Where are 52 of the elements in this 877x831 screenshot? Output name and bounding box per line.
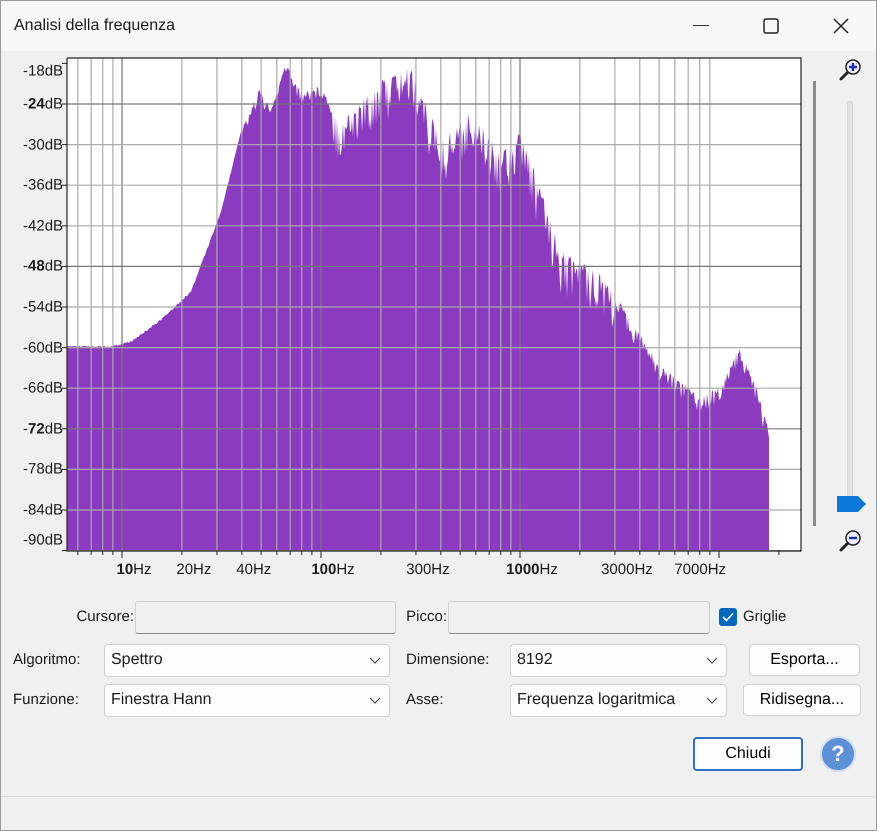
y-axis-label: -72dB — [23, 421, 64, 436]
maximize-icon — [763, 18, 779, 34]
grid-checkbox[interactable] — [719, 608, 737, 626]
cursor-label: Cursore: — [75, 606, 134, 627]
y-axis-label: -66dB — [23, 380, 64, 396]
scrollbar[interactable] — [813, 81, 816, 526]
y-axis-label: -36dB — [23, 178, 64, 193]
zoom-in-icon[interactable] — [838, 58, 862, 82]
y-axis-label: -18dB — [23, 64, 64, 78]
x-axis-label: 100Hz — [311, 562, 355, 577]
x-axis-label: 20Hz — [176, 562, 212, 577]
x-axis-label: 1000Hz — [506, 562, 558, 577]
slider-handle[interactable] — [837, 493, 866, 509]
y-axis-label: -30dB — [23, 137, 64, 152]
chevron-icon — [369, 696, 381, 704]
zoom-out-icon[interactable] — [838, 529, 862, 553]
close-dialog-button[interactable]: Chiudi — [693, 737, 803, 771]
algorithm-select[interactable]: Spettro — [104, 644, 390, 676]
axis-label: Asse: — [406, 690, 445, 710]
checkmark-icon — [722, 612, 734, 622]
axis-select[interactable]: Frequenza logaritmica — [510, 684, 727, 716]
checkbox-label: Griglie — [743, 606, 786, 627]
peak-field[interactable] — [448, 600, 710, 634]
close-icon — [833, 18, 849, 34]
size-select[interactable]: 8192 — [510, 644, 727, 676]
y-axis-label: -90dB — [23, 532, 64, 548]
zoom-slider[interactable] — [837, 101, 866, 509]
x-axis-label: 40Hz — [236, 562, 272, 577]
x-axis-label: 300Hz — [406, 562, 450, 577]
y-axis-label: -84dB — [23, 502, 64, 518]
algorithm-label: Algoritmo: — [13, 650, 82, 670]
y-axis-label: -48dB — [23, 258, 64, 274]
chevron-icon — [706, 656, 718, 664]
size-label: Dimensione: — [406, 650, 490, 670]
y-axis-label: -60dB — [23, 340, 64, 356]
cursor-field[interactable] — [135, 600, 396, 634]
x-axis-label: 10Hz — [116, 562, 152, 577]
function-select[interactable]: Finestra Hann — [104, 684, 390, 716]
y-axis-label: -24dB — [23, 96, 64, 112]
peak-label: Picco: — [405, 606, 447, 627]
y-axis-label: -78dB — [23, 462, 64, 477]
minimize-icon — [693, 25, 709, 27]
window-title: Analisi della frequenza — [14, 16, 176, 36]
redraw-button[interactable]: Ridisegna... — [743, 684, 861, 716]
export-button[interactable]: Esporta... — [749, 644, 860, 676]
function-label: Funzione: — [13, 690, 80, 710]
x-axis-label: 3000Hz — [601, 562, 653, 577]
y-axis-label: -42dB — [23, 218, 64, 234]
y-axis-label: -54dB — [23, 300, 64, 314]
chevron-icon — [369, 656, 381, 664]
chevron-icon — [706, 696, 718, 704]
x-axis-label: 7000Hz — [674, 562, 726, 577]
